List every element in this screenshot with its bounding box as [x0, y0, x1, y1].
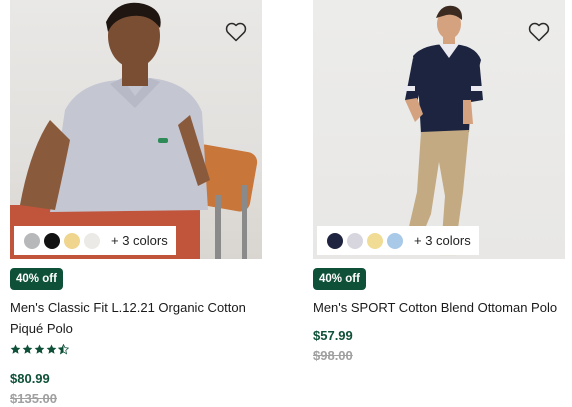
- discount-badge: 40% off: [313, 268, 366, 290]
- more-colors-link[interactable]: + 3 colors: [111, 233, 168, 248]
- color-swatch[interactable]: [327, 232, 343, 249]
- star-icon: [10, 344, 21, 354]
- product-image[interactable]: + 3 colors: [10, 0, 262, 259]
- half-star-icon: [58, 344, 69, 355]
- color-swatches: + 3 colors: [14, 226, 176, 255]
- more-colors-link[interactable]: + 3 colors: [414, 233, 471, 248]
- original-price: $98.00: [313, 348, 353, 363]
- color-swatches: + 3 colors: [317, 226, 479, 255]
- product-card[interactable]: + 3 colors 40% off Men's SPORT Cotton Bl…: [313, 0, 565, 363]
- heart-outline-icon: [225, 22, 247, 42]
- sale-price: $80.99: [10, 371, 50, 386]
- wishlist-button[interactable]: [224, 20, 248, 44]
- color-swatch[interactable]: [367, 232, 383, 249]
- color-swatch[interactable]: [387, 232, 403, 249]
- star-icon: [34, 344, 45, 354]
- wishlist-button[interactable]: [527, 20, 551, 44]
- product-card[interactable]: + 3 colors 40% off Men's Classic Fit L.1…: [10, 0, 262, 406]
- color-swatch[interactable]: [84, 232, 100, 249]
- original-price: $135.00: [10, 391, 57, 406]
- color-swatch[interactable]: [64, 232, 80, 249]
- color-swatch[interactable]: [24, 232, 40, 249]
- product-title[interactable]: Men's SPORT Cotton Blend Ottoman Polo: [313, 297, 565, 318]
- star-icon: [46, 344, 57, 354]
- discount-badge: 40% off: [10, 268, 63, 290]
- product-image[interactable]: + 3 colors: [313, 0, 565, 259]
- color-swatch[interactable]: [44, 232, 60, 249]
- heart-outline-icon: [528, 22, 550, 42]
- star-icon: [22, 344, 33, 354]
- product-title[interactable]: Men's Classic Fit L.12.21 Organic Cotton…: [10, 297, 262, 339]
- sale-price: $57.99: [313, 328, 353, 343]
- rating-stars: [10, 344, 69, 356]
- color-swatch[interactable]: [347, 232, 363, 249]
